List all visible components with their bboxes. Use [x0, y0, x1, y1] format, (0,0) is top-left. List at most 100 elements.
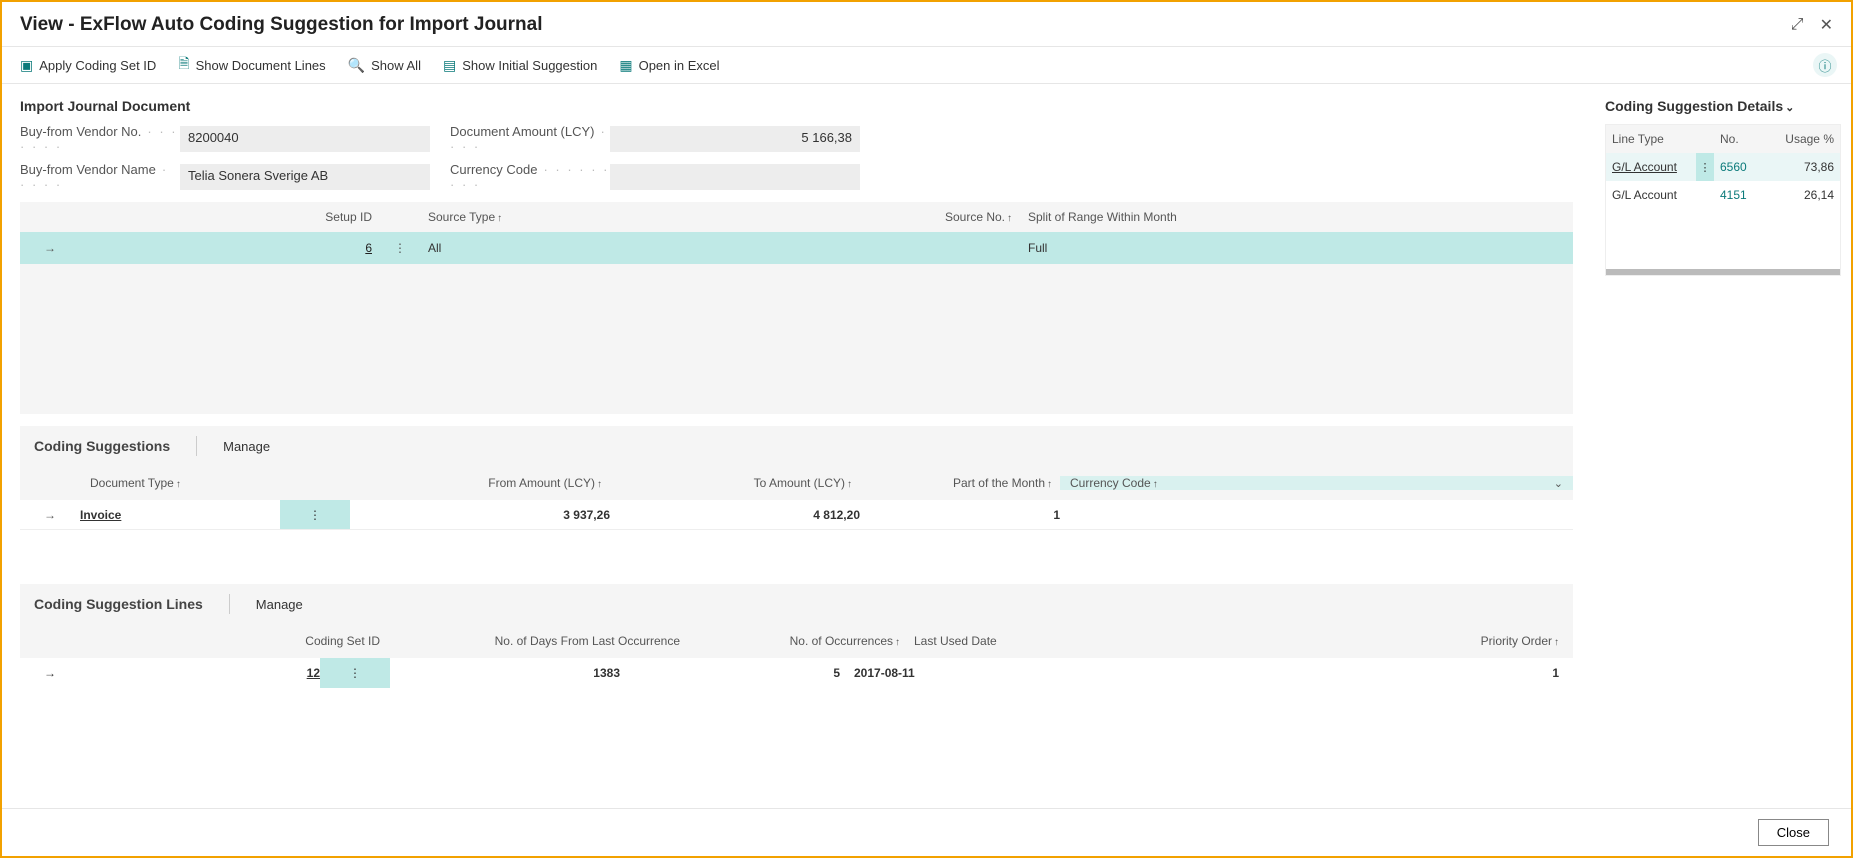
left-pane: Import Journal Document Buy-from Vendor …	[2, 84, 1591, 794]
vendor-name-label: Buy-from Vendor Name· · · · ·	[20, 162, 180, 192]
col-no[interactable]: No.	[1714, 132, 1784, 146]
apply-label: Apply Coding Set ID	[39, 58, 156, 73]
close-button[interactable]: Close	[1758, 819, 1829, 846]
vendor-name-field: Buy-from Vendor Name· · · · · Telia Sone…	[20, 162, 430, 192]
setup-grid-row[interactable]: → 6 ⋮ All Full	[20, 232, 1573, 264]
excel-icon: ▦	[619, 57, 632, 74]
lines-grid-row[interactable]: → 12 ⋮ 1383 5 2017-08-11 1	[20, 658, 1573, 688]
coding-lines-manage-button[interactable]: Manage	[256, 597, 303, 612]
row-actions-icon[interactable]: ⋮	[1696, 153, 1714, 181]
document-amount-field: Document Amount (LCY)· · · · 5 166,38	[450, 124, 860, 154]
coding-set-id-link[interactable]: 12	[307, 666, 320, 680]
col-source-no[interactable]: Source No.	[945, 210, 1005, 224]
details-row[interactable]: G/L Account ⋮ 6560 73,86	[1606, 153, 1840, 181]
open-excel-label: Open in Excel	[639, 58, 720, 73]
show-all-icon: 🔍	[348, 57, 365, 74]
line-type-link[interactable]: G/L Account	[1606, 160, 1696, 174]
currency-code-value[interactable]	[610, 164, 860, 190]
vendor-no-value[interactable]: 8200040	[180, 126, 430, 152]
vendor-no-field: Buy-from Vendor No.· · · · · · · 8200040	[20, 124, 430, 154]
chevron-down-icon: ⌄	[1785, 102, 1794, 114]
open-in-excel-button[interactable]: ▦ Open in Excel	[619, 57, 719, 74]
usage-value: 73,86	[1784, 160, 1840, 174]
page-title: View - ExFlow Auto Coding Suggestion for…	[20, 14, 543, 36]
account-no-link[interactable]: 4151	[1714, 188, 1784, 202]
col-priority-order[interactable]: Priority Order	[1481, 634, 1552, 648]
col-last-used-date[interactable]: Last Used Date	[900, 634, 1060, 648]
coding-suggestions-manage-button[interactable]: Manage	[223, 439, 270, 454]
setup-grid-header: Setup ID Source Type↑ Source No.↑ Split …	[20, 202, 1573, 232]
row-expand-icon[interactable]: →	[20, 666, 80, 680]
field-row: Buy-from Vendor No.· · · · · · · 8200040…	[20, 124, 1573, 154]
lines-grid-header: Coding Set ID No. of Days From Last Occu…	[20, 624, 1573, 658]
col-occurrences[interactable]: No. of Occurrences	[790, 634, 893, 648]
import-journal-heading: Import Journal Document	[20, 98, 1573, 114]
account-no-link[interactable]: 6560	[1714, 160, 1784, 174]
col-part-of-month[interactable]: Part of the Month	[953, 476, 1045, 490]
col-to-amount[interactable]: To Amount (LCY)	[754, 476, 845, 490]
row-actions-icon[interactable]: ⋮	[380, 241, 420, 255]
main: Import Journal Document Buy-from Vendor …	[2, 84, 1851, 794]
show-document-lines-button[interactable]: 🗎 Show Document Lines	[178, 53, 325, 77]
coding-lines-title: Coding Suggestion Lines	[34, 596, 203, 612]
initial-suggestion-icon: ▤	[443, 57, 456, 74]
show-initial-suggestion-button[interactable]: ▤ Show Initial Suggestion	[443, 57, 597, 74]
details-table: Line Type No. Usage % G/L Account ⋮ 6560…	[1605, 124, 1841, 276]
show-initial-label: Show Initial Suggestion	[462, 58, 597, 73]
row-actions-icon[interactable]: ⋮	[320, 658, 390, 688]
col-usage[interactable]: Usage %	[1784, 132, 1840, 146]
coding-lines-header: Coding Suggestion Lines Manage	[20, 584, 1573, 624]
chevron-down-icon[interactable]: ⌄	[1554, 477, 1563, 490]
part-of-month-value: 1	[860, 508, 1060, 522]
horizontal-scrollbar[interactable]	[1606, 269, 1840, 275]
details-title[interactable]: Coding Suggestion Details⌄	[1605, 98, 1841, 114]
col-coding-set-id[interactable]: Coding Set ID	[80, 634, 380, 648]
split-value: Full	[1020, 241, 1573, 255]
suggestions-grid-row[interactable]: → Invoice ⋮ 3 937,26 4 812,20 1	[20, 500, 1573, 530]
details-row[interactable]: G/L Account 4151 26,14	[1606, 181, 1840, 209]
close-icon[interactable]: ✕	[1820, 15, 1833, 35]
col-days-from-last[interactable]: No. of Days From Last Occurrence	[380, 634, 680, 648]
days-value: 1383	[390, 666, 620, 680]
document-type-link[interactable]: Invoice	[80, 508, 121, 522]
setup-id-link[interactable]: 6	[365, 241, 372, 255]
currency-code-field: Currency Code· · · · · · · · ·	[450, 162, 860, 192]
coding-suggestion-lines-panel: Coding Suggestion Lines Manage Coding Se…	[20, 584, 1573, 728]
usage-value: 26,14	[1784, 188, 1840, 202]
document-amount-label: Document Amount (LCY)· · · ·	[450, 124, 610, 154]
collapse-icon[interactable]: ⤢	[1791, 16, 1804, 34]
source-type-value: All	[420, 241, 720, 255]
toolbar: ▣ Apply Coding Set ID 🗎 Show Document Li…	[2, 47, 1851, 84]
show-all-label: Show All	[371, 58, 421, 73]
col-currency-code[interactable]: Currency Code↑ ⌄	[1060, 476, 1573, 490]
scroll-area[interactable]: Import Journal Document Buy-from Vendor …	[20, 98, 1587, 794]
setup-grid-empty	[20, 264, 1573, 414]
show-lines-label: Show Document Lines	[196, 58, 326, 73]
show-all-button[interactable]: 🔍 Show All	[348, 57, 421, 74]
col-setup-id[interactable]: Setup ID	[80, 210, 380, 224]
row-expand-icon[interactable]: →	[20, 241, 80, 255]
titlebar: View - ExFlow Auto Coding Suggestion for…	[2, 2, 1851, 47]
apply-coding-set-id-button[interactable]: ▣ Apply Coding Set ID	[20, 57, 156, 74]
col-document-type[interactable]: Document Type	[90, 476, 174, 490]
coding-suggestions-header: Coding Suggestions Manage	[20, 426, 1573, 466]
coding-suggestions-title: Coding Suggestions	[34, 438, 170, 454]
window-actions: ⤢ ✕	[1791, 15, 1833, 35]
suggestions-grid-header: Document Type↑ From Amount (LCY)↑ To Amo…	[20, 466, 1573, 500]
last-used-value: 2017-08-11	[840, 666, 1000, 680]
col-source-type[interactable]: Source Type	[428, 210, 495, 224]
occurrences-value: 5	[620, 666, 840, 680]
info-icon[interactable]: ⓘ	[1813, 53, 1837, 77]
col-from-amount[interactable]: From Amount (LCY)	[488, 476, 595, 490]
coding-suggestions-panel: Coding Suggestions Manage Document Type↑…	[20, 426, 1573, 570]
row-actions-icon[interactable]: ⋮	[280, 500, 350, 529]
document-lines-icon: 🗎	[178, 53, 189, 77]
from-amount-value: 3 937,26	[350, 508, 610, 522]
field-row: Buy-from Vendor Name· · · · · Telia Sone…	[20, 162, 1573, 192]
col-split[interactable]: Split of Range Within Month	[1020, 210, 1573, 224]
row-expand-icon[interactable]: →	[20, 508, 80, 522]
col-line-type[interactable]: Line Type	[1606, 132, 1696, 146]
document-amount-value[interactable]: 5 166,38	[610, 126, 860, 152]
vendor-name-value[interactable]: Telia Sonera Sverige AB	[180, 164, 430, 190]
currency-code-label: Currency Code· · · · · · · · ·	[450, 162, 610, 192]
